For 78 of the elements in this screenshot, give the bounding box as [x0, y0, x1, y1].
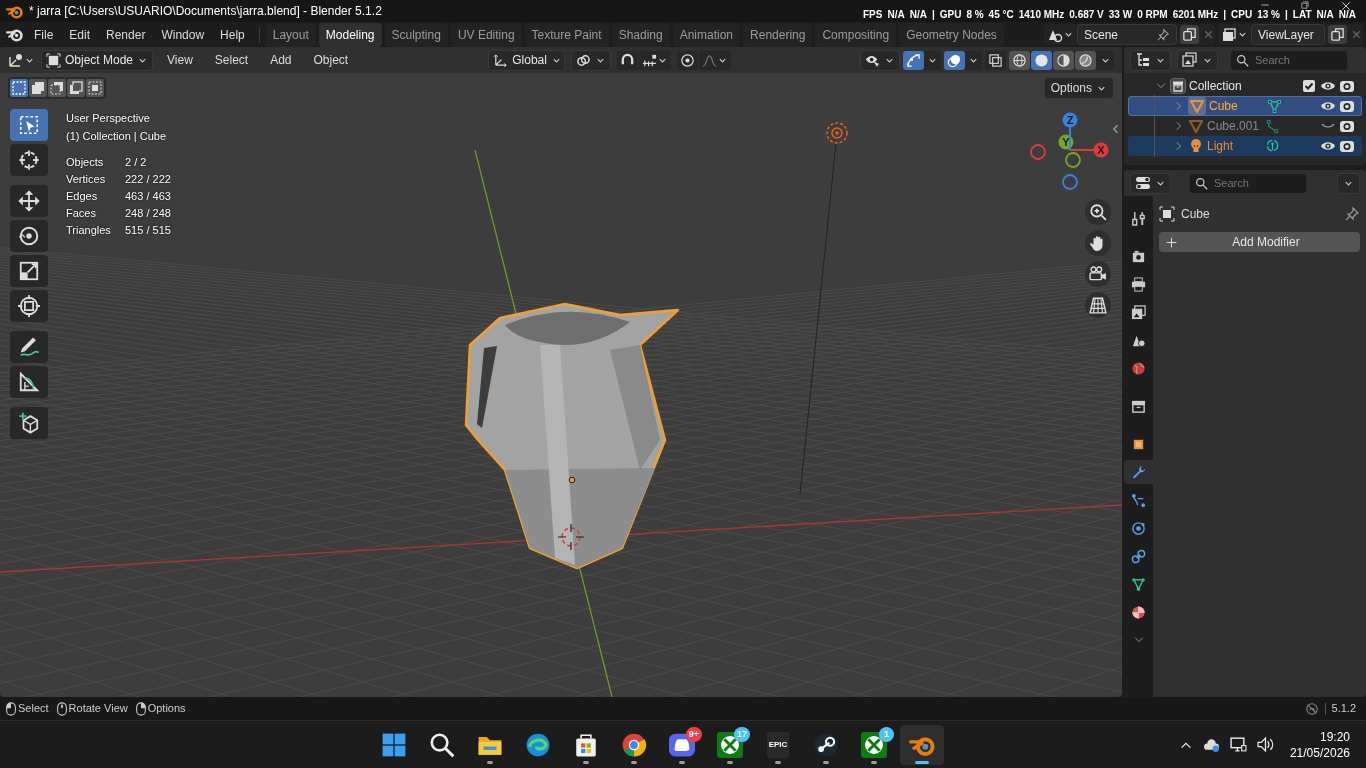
mode-dropdown[interactable]: Object Mode: [41, 49, 153, 71]
clock-date[interactable]: 21/05/2026: [1289, 744, 1350, 761]
search-field[interactable]: Search: [1189, 172, 1307, 194]
workspace-tab[interactable]: Layout: [265, 22, 316, 47]
menu-item[interactable]: Select: [206, 49, 257, 71]
monitor-readout: N/A: [1316, 7, 1334, 22]
menu-item[interactable]: View: [159, 49, 201, 71]
taskbar-app[interactable]: EPIC: [756, 724, 800, 765]
monitor-readout: LAT: [1292, 7, 1312, 22]
object-name: Cube: [1181, 206, 1210, 223]
epic-logo: EPIC: [767, 731, 789, 758]
workspace-tab[interactable]: Rendering: [743, 22, 813, 47]
notification-badge: 17: [734, 726, 750, 742]
stat-value: 2 / 2: [125, 155, 148, 170]
view-layer-field[interactable]: ViewLayer: [1251, 24, 1325, 45]
stat-label: Triangles: [66, 223, 112, 238]
outliner-row[interactable]: Light: [1128, 136, 1362, 156]
axis-handle[interactable]: Z: [1062, 112, 1078, 128]
stat-label: Faces: [66, 206, 97, 221]
monitor-readout: 13 %: [1257, 7, 1280, 22]
outliner-row[interactable]: Collection: [1128, 76, 1362, 96]
monitor-readout: |: [1223, 7, 1227, 22]
stat-label: Vertices: [66, 172, 107, 187]
status-hint: Rotate View: [68, 701, 128, 717]
workspace-tab[interactable]: Sculpting: [384, 22, 448, 47]
stat-label: Objects: [66, 155, 105, 170]
menu-item[interactable]: Add: [262, 49, 300, 71]
monitor-readout: N/A: [1338, 7, 1356, 22]
status-hint: Select: [18, 701, 49, 717]
monitor-readout: FPS: [862, 7, 883, 22]
monitor-readout: CPU: [1231, 7, 1253, 22]
view-name: User Perspective: [66, 111, 151, 126]
status-hint: Options: [147, 701, 186, 717]
monitor-readout: |: [1285, 7, 1288, 22]
axis-handle[interactable]: Y: [1058, 134, 1074, 150]
window-title: * jarra [C:\Users\USUARIO\Documents\jarra.blend] - Blender 5.1.2: [29, 3, 382, 20]
monitor-readout: 8 %: [966, 7, 984, 22]
add-modifier-button[interactable]: Add Modifier: [1159, 232, 1360, 252]
context-label: (1) Collection | Cube: [66, 129, 168, 144]
stat-label: Edges: [66, 189, 99, 204]
menu-item[interactable]: Object: [305, 49, 357, 71]
stat-value: 222 / 222: [125, 172, 171, 187]
outliner-row[interactable]: Cube: [1128, 96, 1362, 116]
orientation-dropdown[interactable]: Global: [488, 49, 566, 71]
monitor-readout: 6201 MHz: [1172, 7, 1219, 22]
menu-item[interactable]: Window: [153, 23, 213, 46]
stat-value: 463 / 463: [125, 189, 171, 204]
workspace-tab[interactable]: UV Editing: [450, 22, 522, 47]
stat-value: 248 / 248: [125, 206, 171, 221]
monitor-readout: GPU: [939, 7, 962, 22]
monitor-readout: 33 W: [1108, 7, 1133, 22]
menu-item[interactable]: Render: [98, 23, 154, 46]
clock-time[interactable]: 19:20: [1289, 728, 1350, 745]
workspace-tab[interactable]: Animation: [672, 22, 741, 47]
monitor-readout: N/A: [909, 7, 927, 22]
workspace-tab[interactable]: Compositing: [815, 22, 897, 47]
workspace-tab[interactable]: Geometry Nodes: [899, 22, 1004, 47]
menu-item[interactable]: Edit: [61, 23, 99, 46]
monitor-readout: 0 RPM: [1137, 7, 1168, 22]
notification-badge: 9+: [685, 726, 702, 742]
monitor-readout: N/A: [887, 7, 905, 22]
menu-item[interactable]: File: [26, 23, 62, 46]
workspace-tab[interactable]: Texture Paint: [524, 22, 609, 47]
scene-field[interactable]: Scene: [1077, 24, 1177, 45]
notification-badge: 1: [879, 726, 894, 742]
monitor-readout: 1410 MHz: [1018, 7, 1065, 22]
monitor-readout: 0.687 V: [1069, 7, 1104, 22]
monitor-readout: |: [931, 7, 935, 22]
options-dropdown[interactable]: Options: [1043, 77, 1114, 99]
stat-value: 515 / 515: [125, 223, 171, 238]
taskbar-app[interactable]: 9+: [660, 724, 704, 765]
monitor-readout: 45 °C: [988, 7, 1014, 22]
search-field[interactable]: Search: [1230, 49, 1348, 71]
menu-item[interactable]: Help: [212, 23, 253, 46]
workspace-tab[interactable]: Modeling: [318, 22, 382, 47]
version-label: 5.1.2: [1331, 701, 1356, 717]
axis-handle[interactable]: X: [1093, 142, 1109, 158]
workspace-tab[interactable]: Shading: [611, 22, 670, 47]
